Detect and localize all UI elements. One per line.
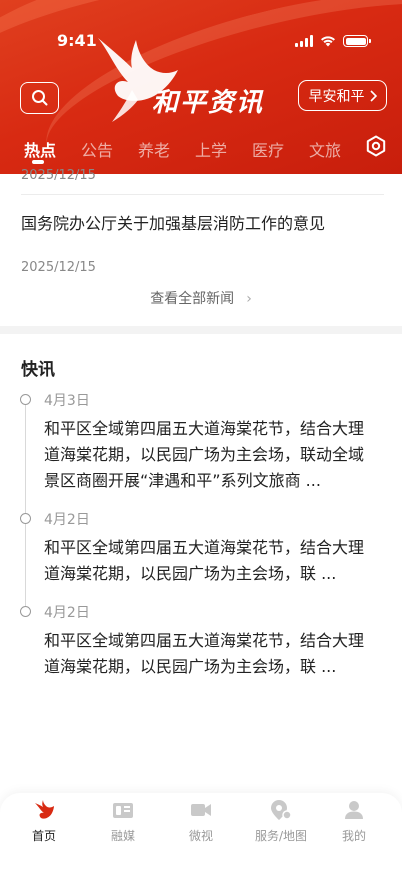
app-logo-text: 和平资讯 — [152, 88, 265, 118]
chevron-right-icon: › — [246, 291, 252, 307]
wifi-icon — [321, 36, 335, 47]
timeline-dot — [20, 606, 31, 617]
tab-culture-tourism[interactable]: 文旅 — [309, 137, 341, 161]
user-icon — [345, 801, 363, 819]
timeline-dot — [20, 394, 31, 405]
divider — [21, 194, 384, 195]
flash-text: 和平区全域第四届五大道海棠花节，结合大理道海棠花期，以民园广场为主会场，联 ..… — [44, 538, 365, 583]
settings-icon[interactable] — [364, 134, 388, 158]
map-pin-icon — [271, 800, 292, 820]
nav-video[interactable]: 微视 — [166, 799, 236, 844]
bottom-nav: 首页 融媒 微视 服务/地图 我的 — [0, 793, 402, 874]
view-all-news-link[interactable]: 查看全部新闻 › — [0, 288, 402, 308]
tab-announcement[interactable]: 公告 — [81, 137, 113, 161]
app-header: 9:41 和平资讯 早安和平 热点 公告 养老 上学 医疗 文旅 — [0, 0, 402, 174]
status-icons — [295, 35, 371, 47]
greeting-label: 早安和平 — [308, 88, 365, 105]
flash-text: 和平区全域第四届五大道海棠花节，结合大理道海棠花期，以民园广场为主会场，联 ..… — [44, 631, 365, 676]
flash-date: 4月3日 — [44, 393, 90, 409]
nav-media-label: 融媒 — [110, 829, 135, 843]
timeline-dot — [20, 513, 31, 524]
tab-hot[interactable]: 热点 — [24, 137, 56, 161]
tab-medical[interactable]: 医疗 — [252, 137, 284, 161]
nav-video-label: 微视 — [188, 829, 213, 843]
news-date: 2025/12/15 — [21, 260, 96, 275]
signal-icon — [295, 35, 313, 47]
search-button[interactable] — [20, 82, 59, 114]
nav-profile[interactable]: 我的 — [319, 799, 389, 844]
nav-home-label: 首页 — [31, 829, 56, 843]
search-icon — [31, 90, 47, 106]
news-list: 2025/12/15 国务院办公厅关于加强基层消防工作的意见 2025/12/1… — [0, 168, 402, 326]
flash-date: 4月2日 — [44, 512, 90, 528]
tab-school[interactable]: 上学 — [195, 137, 227, 161]
greeting-button[interactable]: 早安和平 — [298, 80, 387, 111]
media-icon — [113, 803, 133, 818]
nav-media[interactable]: 融媒 — [88, 799, 158, 844]
nav-home[interactable]: 首页 — [9, 799, 79, 844]
nav-service-map-label: 服务/地图 — [254, 829, 308, 843]
nav-service-map[interactable]: 服务/地图 — [246, 799, 316, 844]
flash-text: 和平区全域第四届五大道海棠花节，结合大理道海棠花期，以民园广场为主会场，联动全域… — [44, 419, 365, 490]
timeline-line — [25, 402, 26, 617]
view-all-label: 查看全部新闻 — [150, 291, 235, 307]
tab-elderly-care[interactable]: 养老 — [138, 137, 170, 161]
news-title[interactable]: 国务院办公厅关于加强基层消防工作的意见 — [21, 210, 325, 234]
news-date-prev: 2025/12/15 — [21, 168, 96, 183]
chevron-right-icon — [369, 89, 377, 102]
dove-icon — [35, 800, 54, 819]
flash-date: 4月2日 — [44, 605, 90, 621]
nav-profile-label: 我的 — [341, 829, 366, 843]
section-divider — [0, 326, 402, 334]
category-tabs: 热点 公告 养老 上学 医疗 文旅 — [0, 132, 402, 168]
flash-section-title: 快讯 — [21, 360, 55, 380]
video-icon — [191, 804, 211, 816]
active-tab-indicator — [32, 160, 44, 164]
battery-icon — [343, 35, 371, 47]
